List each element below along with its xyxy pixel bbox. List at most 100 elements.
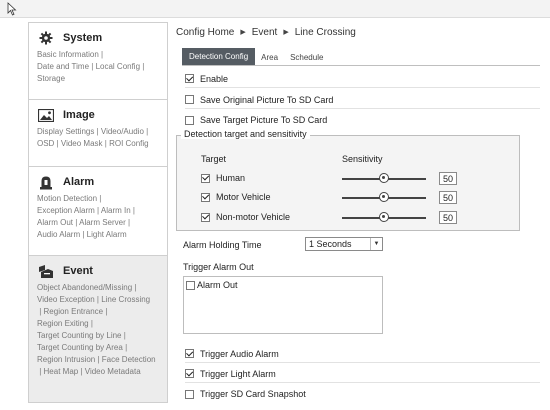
trigger-light-label: Trigger Light Alarm [200,368,276,379]
main-panel: Config Home ▶ Event ▶ Line Crossing Dete… [176,22,550,66]
sidebar-link-video-audio[interactable]: Video/Audio [101,127,144,136]
sidebar-link-audio-alarm[interactable]: Audio Alarm [37,230,80,239]
human-checkbox[interactable] [201,173,210,183]
alarm-out-listbox: Alarm Out [183,276,383,334]
enable-row: Enable [185,70,540,88]
trigger-alarm-out-label: Trigger Alarm Out [183,262,254,272]
alarm-icon [37,174,55,190]
detection-fieldset: Detection target and sensitivity Target … [176,129,520,231]
slider-thumb[interactable] [379,192,389,202]
non-motor-vehicle-sensitivity-value[interactable]: 50 [439,211,457,224]
chevron-down-icon[interactable]: ▼ [370,238,382,250]
motor-vehicle-label: Motor Vehicle [216,192,271,202]
non-motor-vehicle-checkbox[interactable] [201,212,210,222]
sidebar-section-image: Image Display Settings | Video/Audio | O… [28,99,168,167]
sidebar-title-image: Image [63,109,95,121]
alarm-out-item-label: Alarm Out [197,280,238,290]
target-row-non-motor-vehicle: Non-motor Vehicle [201,212,290,222]
sidebar-link-video-metadata[interactable]: Video Metadata [85,367,141,376]
tab-bar: Detection Config Area Schedule [182,48,540,66]
sidebar-link-local-config[interactable]: Local Config [96,62,140,71]
sidebar-section-alarm: Alarm Motion Detection | Exception Alarm… [28,166,168,256]
sidebar-link-motion-detection[interactable]: Motion Detection [37,194,97,203]
save-original-label: Save Original Picture To SD Card [200,94,334,105]
alarm-out-item: Alarm Out [186,279,382,291]
detection-legend: Detection target and sensitivity [181,129,310,139]
sidebar-link-exception-alarm[interactable]: Exception Alarm [37,206,95,215]
target-row-human: Human [201,173,245,183]
sidebar-link-target-counting-by-area[interactable]: Target Counting by Area [37,343,123,352]
breadcrumb-item-event[interactable]: Event [252,27,278,38]
top-bar [0,0,550,18]
sidebar-section-event: Event Object Abandoned/Missing | Video E… [28,255,168,403]
sidebar-link-date-and-time[interactable]: Date and Time [37,62,89,71]
alarm-holding-label: Alarm Holding Time [183,239,262,250]
non-motor-vehicle-sensitivity-slider[interactable] [342,212,426,224]
sidebar-title-system: System [63,32,103,44]
sidebar-link-video-exception[interactable]: Video Exception [37,295,95,304]
mouse-pointer-icon [7,2,17,16]
trigger-light-checkbox[interactable] [185,369,194,378]
alarm-holding-value: 1 Seconds [309,239,352,249]
target-row-motor-vehicle: Motor Vehicle [201,192,271,202]
human-label: Human [216,173,246,183]
motor-vehicle-checkbox[interactable] [201,192,210,202]
save-target-row: Save Target Picture To SD Card [185,112,540,128]
slider-thumb[interactable] [379,212,389,222]
sidebar-link-basic-information[interactable]: Basic Information [37,50,99,59]
trigger-sd-snapshot-row: Trigger SD Card Snapshot [185,386,540,402]
event-icon [37,263,55,279]
breadcrumb-arrow-icon: ▶ [240,29,246,36]
human-sensitivity-value[interactable]: 50 [439,172,457,185]
sidebar-link-alarm-server[interactable]: Alarm Server [79,218,126,227]
sidebar: System Basic Information | Date and Time… [28,22,168,403]
save-target-checkbox[interactable] [185,115,194,125]
non-motor-vehicle-label: Non-motor Vehicle [216,212,291,222]
sidebar-link-osd[interactable]: OSD [37,139,54,148]
trigger-audio-label: Trigger Audio Alarm [200,348,279,359]
save-original-checkbox[interactable] [185,95,194,104]
sidebar-link-alarm-out[interactable]: Alarm Out [37,218,73,227]
alarm-holding-select[interactable]: 1 Seconds ▼ [305,237,383,251]
motor-vehicle-sensitivity-slider[interactable] [342,192,426,204]
trigger-alarm-out-row: Trigger Alarm Out [183,260,538,274]
slider-thumb[interactable] [379,173,389,183]
sidebar-link-region-intrusion[interactable]: Region Intrusion [37,355,95,364]
enable-label: Enable [200,73,229,84]
trigger-audio-row: Trigger Audio Alarm [185,345,540,363]
sidebar-link-storage[interactable]: Storage [37,74,65,83]
motor-vehicle-sensitivity-value[interactable]: 50 [439,191,457,204]
gear-icon [37,30,55,46]
sidebar-link-display-settings[interactable]: Display Settings [37,127,94,136]
target-column-header: Target [201,154,227,164]
breadcrumb-arrow-icon: ▶ [283,29,289,36]
human-sensitivity-slider[interactable] [342,173,426,185]
sidebar-link-region-entrance[interactable]: Region Entrance [44,307,104,316]
sidebar-link-target-counting-by-line[interactable]: Target Counting by Line [37,331,122,340]
trigger-audio-checkbox[interactable] [185,349,194,358]
sidebar-title-alarm: Alarm [63,176,95,188]
sidebar-section-system: System Basic Information | Date and Time… [28,22,168,100]
image-icon [37,107,55,123]
save-target-label: Save Target Picture To SD Card [200,115,328,125]
trigger-light-row: Trigger Light Alarm [185,365,540,383]
breadcrumb-item-config-home[interactable]: Config Home [176,27,234,38]
tab-area[interactable]: Area [255,50,284,65]
sidebar-link-region-exiting[interactable]: Region Exiting [37,319,89,328]
sidebar-link-light-alarm[interactable]: Light Alarm [87,230,127,239]
enable-checkbox[interactable] [185,74,194,83]
sidebar-title-event: Event [63,265,93,277]
trigger-sd-snapshot-checkbox[interactable] [185,389,194,399]
sidebar-link-line-crossing[interactable]: Line Crossing [101,295,150,304]
trigger-sd-snapshot-label: Trigger SD Card Snapshot [200,389,306,399]
sidebar-link-object-abandoned-missing[interactable]: Object Abandoned/Missing [37,283,132,292]
tab-schedule[interactable]: Schedule [284,50,329,65]
alarm-out-checkbox[interactable] [186,280,195,290]
sidebar-link-video-mask[interactable]: Video Mask [61,139,103,148]
breadcrumb-item-line-crossing: Line Crossing [294,26,356,38]
sidebar-link-face-detection[interactable]: Face Detection [102,355,156,364]
sidebar-link-heat-map[interactable]: Heat Map [44,367,79,376]
tab-detection-config[interactable]: Detection Config [182,48,256,65]
sidebar-link-alarm-in[interactable]: Alarm In [101,206,131,215]
sidebar-link-roi-config[interactable]: ROI Config [109,139,149,148]
